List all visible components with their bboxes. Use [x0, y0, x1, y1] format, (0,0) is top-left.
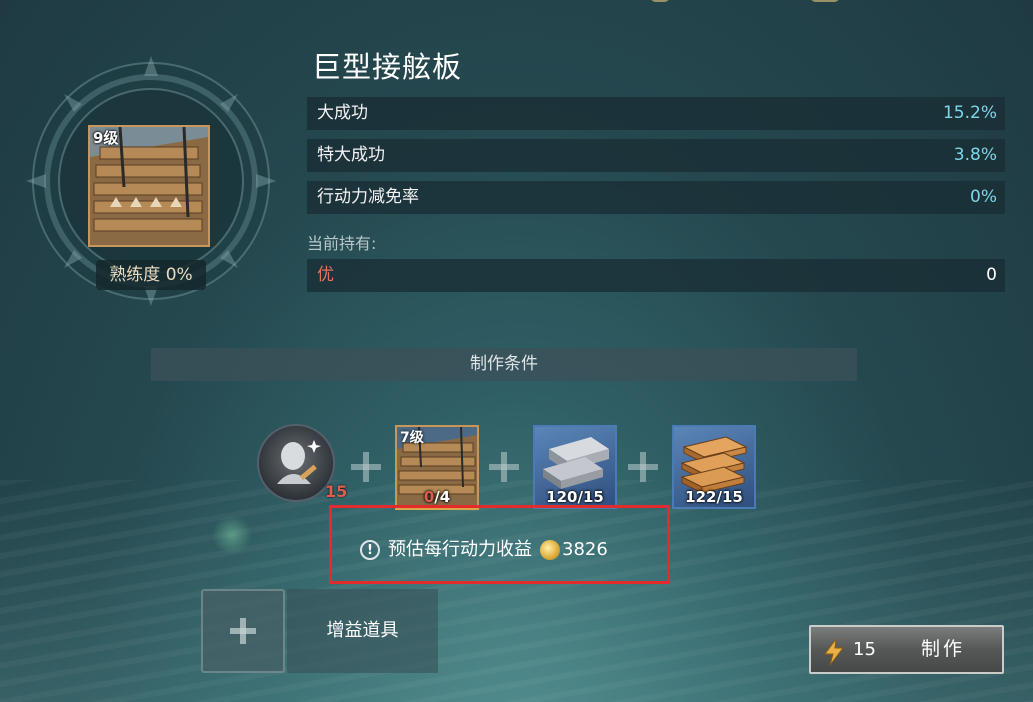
craft-conditions-header: 制作条件: [151, 348, 857, 381]
material-level-badge: 7级: [400, 430, 424, 446]
material-count: 0/4: [397, 488, 477, 506]
item-icon: 9级: [88, 125, 210, 247]
add-buff-item-button[interactable]: [201, 589, 285, 673]
coin-icon: [540, 540, 560, 560]
item-title: 巨型接舷板: [312, 50, 463, 84]
holding-grade: 优: [317, 265, 334, 285]
material-need: /4: [434, 488, 451, 506]
material-slot-boarding-plank[interactable]: 7级 0/4: [395, 425, 479, 509]
stat-row-great-success: 大成功 15.2%: [307, 97, 1005, 130]
stat-label: 特大成功: [317, 145, 385, 165]
stat-row-action-reduction: 行动力减免率 0%: [307, 181, 1005, 214]
holding-label: 当前持有:: [307, 234, 377, 253]
artisan-requirement-value: 15: [325, 482, 348, 501]
craft-cost: 15: [853, 639, 876, 660]
stat-row-super-success: 特大成功 3.8%: [307, 139, 1005, 172]
top-currency-edge: [640, 0, 1000, 4]
plus-icon: [628, 452, 658, 482]
material-slot-iron-ingots[interactable]: 120/15: [533, 425, 617, 509]
craft-button[interactable]: 15 制作: [809, 625, 1004, 674]
item-level-badge: 9级: [93, 129, 119, 147]
plus-icon: [351, 452, 381, 482]
material-have: 0: [423, 488, 435, 506]
buff-item-label[interactable]: 增益道具: [287, 589, 438, 673]
proficiency-label: 熟练度 0%: [96, 260, 206, 290]
stat-value: 3.8%: [953, 145, 997, 165]
holding-row: 优 0: [307, 259, 1005, 292]
estimate-text: 预估每行动力收益: [388, 539, 532, 560]
info-icon[interactable]: !: [360, 540, 380, 560]
stat-label: 大成功: [317, 103, 368, 123]
material-count: 122/15: [685, 488, 743, 506]
holding-count: 0: [986, 265, 997, 285]
stat-value: 0%: [970, 187, 997, 207]
plus-icon: [230, 618, 256, 644]
ambient-glow: [212, 515, 252, 555]
statue-artisan-icon[interactable]: [257, 424, 335, 502]
material-count: 120/15: [546, 488, 604, 506]
stat-label: 行动力减免率: [317, 187, 419, 207]
craft-label: 制作: [921, 638, 966, 660]
material-slot-lumber[interactable]: 122/15: [672, 425, 756, 509]
estimate-line: ! 预估每行动力收益 3826: [360, 537, 608, 563]
stat-value: 15.2%: [942, 103, 997, 123]
lightning-icon: [823, 637, 845, 682]
estimate-value: 3826: [562, 539, 608, 560]
plus-icon: [489, 452, 519, 482]
